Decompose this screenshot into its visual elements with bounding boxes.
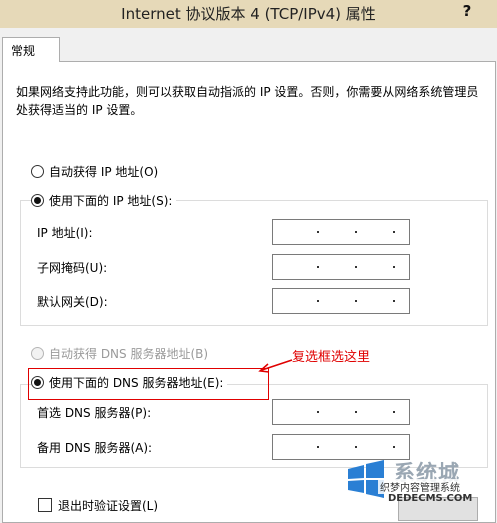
ip-dot bbox=[393, 266, 395, 268]
tab-general-label: 常规 bbox=[11, 44, 36, 58]
description-text: 如果网络支持此功能，则可以获取自动指派的 IP 设置。否则，你需要从网络系统管理… bbox=[16, 85, 479, 117]
watermark-subtitle: 织梦内容管理系统 bbox=[378, 479, 462, 494]
subnet-mask-input[interactable] bbox=[272, 254, 410, 280]
ip-dot bbox=[355, 266, 357, 268]
annotation-highlight-box bbox=[28, 368, 269, 400]
validate-settings-checkbox[interactable] bbox=[38, 498, 52, 512]
ip-dot bbox=[317, 300, 319, 302]
preferred-dns-input[interactable] bbox=[272, 399, 410, 425]
validate-settings-label: 退出时验证设置(L) bbox=[58, 498, 159, 513]
manual-ip-radio[interactable]: 使用下面的 IP 地址(S): bbox=[31, 191, 177, 209]
auto-ip-radio-circle[interactable] bbox=[31, 164, 44, 178]
auto-dns-label: 自动获得 DNS 服务器地址(B) bbox=[49, 346, 209, 361]
subnet-mask-label: 子网掩码(U): bbox=[37, 261, 108, 275]
window-title: Internet 协议版本 4 (TCP/IPv4) 属性 bbox=[121, 5, 376, 23]
ip-dot bbox=[393, 446, 395, 448]
tab-general[interactable]: 常规 bbox=[2, 37, 60, 62]
watermark-url: DEDECMS.COM bbox=[388, 493, 473, 504]
manual-ip-radio-circle[interactable] bbox=[31, 193, 44, 207]
ip-address-label: IP 地址(I): bbox=[37, 226, 93, 240]
default-gateway-label: 默认网关(D): bbox=[37, 295, 108, 309]
ip-dot bbox=[355, 446, 357, 448]
annotation-text: 复选框选这里 bbox=[292, 350, 371, 365]
ip-dot bbox=[317, 266, 319, 268]
alternate-dns-label: 备用 DNS 服务器(A): bbox=[37, 441, 153, 455]
default-gateway-input[interactable] bbox=[272, 288, 410, 314]
auto-ip-radio[interactable]: 自动获得 IP 地址(O) bbox=[31, 162, 163, 180]
ip-dot bbox=[393, 411, 395, 413]
ip-dot bbox=[393, 231, 395, 233]
auto-dns-radio[interactable]: 自动获得 DNS 服务器地址(B) bbox=[31, 344, 213, 362]
ip-dot bbox=[355, 300, 357, 302]
ip-dot bbox=[355, 411, 357, 413]
annotation-arrow-icon bbox=[258, 359, 293, 373]
auto-dns-radio-circle[interactable] bbox=[31, 346, 44, 360]
ip-address-input[interactable] bbox=[272, 219, 410, 245]
manual-ip-label: 使用下面的 IP 地址(S): bbox=[49, 193, 173, 208]
ip-dot bbox=[317, 446, 319, 448]
ip-dot bbox=[317, 231, 319, 233]
validate-settings-checkbox-row[interactable]: 退出时验证设置(L) bbox=[38, 496, 158, 514]
ip-dot bbox=[317, 411, 319, 413]
ip-dot bbox=[393, 300, 395, 302]
auto-ip-label: 自动获得 IP 地址(O) bbox=[49, 164, 159, 179]
ip-dot bbox=[355, 231, 357, 233]
preferred-dns-label: 首选 DNS 服务器(P): bbox=[37, 406, 152, 420]
watermark: 系统城 织梦内容管理系统 DEDECMS.COM bbox=[342, 455, 497, 509]
help-button[interactable]: ? bbox=[459, 0, 475, 22]
